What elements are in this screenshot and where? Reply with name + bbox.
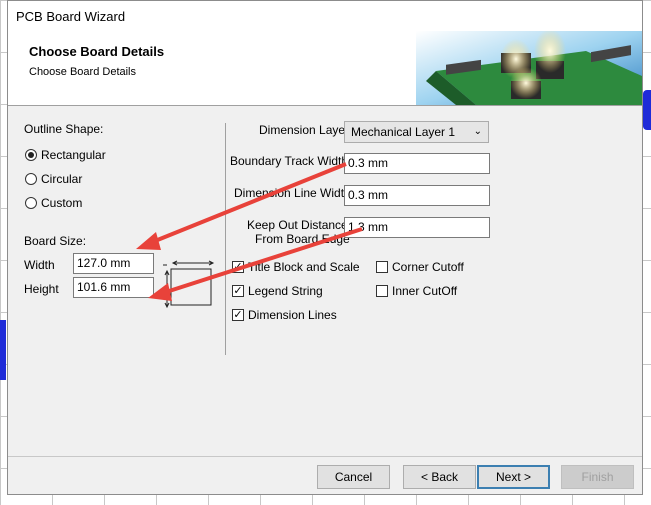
title-bar[interactable]: PCB Board Wizard — [8, 1, 642, 31]
checkbox-label[interactable]: Title Block and Scale — [248, 260, 360, 274]
boundary-track-width-label: Boundary Track Width — [230, 154, 349, 168]
page-subtitle: Choose Board Details — [29, 66, 137, 78]
pcb-board-wizard-dialog: PCB Board Wizard Choose Board Details Ch… — [7, 0, 643, 495]
check-icon[interactable]: ✓ — [232, 261, 244, 273]
radio-button[interactable] — [25, 149, 37, 161]
keep-out-distance-input[interactable]: 1.3 mm — [344, 217, 490, 238]
pcb-chip-illustration — [416, 31, 642, 105]
checkbox-box[interactable] — [376, 261, 388, 273]
check-icon[interactable]: ✓ — [232, 309, 244, 321]
dimension-line-width-input[interactable]: 0.3 mm — [344, 185, 490, 206]
outline-shape-label: Outline Shape: — [24, 122, 104, 136]
checkbox-box[interactable] — [376, 285, 388, 297]
board-size-label: Board Size: — [24, 234, 87, 248]
check-icon[interactable]: ✓ — [232, 285, 244, 297]
keep-out-distance-label-line2: From Board Edge — [255, 232, 350, 246]
keep-out-distance-label: Keep Out Distance — [247, 218, 348, 232]
height-input[interactable]: 101.6 mm — [73, 277, 154, 298]
boundary-track-width-input[interactable]: 0.3 mm — [344, 153, 490, 174]
cancel-button[interactable]: Cancel — [317, 465, 390, 489]
dimension-layer-value: Mechanical Layer 1 — [351, 125, 456, 139]
footer-divider — [8, 456, 642, 457]
radio-label[interactable]: Rectangular — [41, 148, 106, 162]
radio-label[interactable]: Circular — [41, 172, 82, 186]
checkbox-label[interactable]: Dimension Lines — [248, 308, 337, 322]
dimension-layer-select[interactable]: Mechanical Layer 1 ⌄ — [344, 121, 489, 143]
next-button[interactable]: Next > — [477, 465, 550, 489]
finish-button: Finish — [561, 465, 634, 489]
board-dimension-diagram — [163, 260, 215, 309]
back-button[interactable]: < Back — [403, 465, 476, 489]
dimension-line-width-label: Dimension Line Width — [234, 186, 351, 200]
dimension-layer-label: Dimension Layer — [259, 123, 350, 137]
width-input[interactable]: 127.0 mm — [73, 253, 154, 274]
radio-button[interactable] — [25, 173, 37, 185]
group-divider — [225, 123, 226, 355]
checkbox-label[interactable]: Legend String — [248, 284, 323, 298]
height-label: Height — [24, 282, 59, 296]
page-title: Choose Board Details — [29, 44, 165, 59]
chevron-down-icon: ⌄ — [473, 126, 482, 137]
checkbox-label[interactable]: Corner Cutoff — [392, 260, 464, 274]
radio-label[interactable]: Custom — [41, 196, 82, 210]
radio-button[interactable] — [25, 197, 37, 209]
checkbox-label[interactable]: Inner CutOff — [392, 284, 457, 298]
wizard-header: Choose Board Details Choose Board Detail… — [8, 31, 642, 106]
window-title: PCB Board Wizard — [16, 9, 126, 24]
width-label: Width — [24, 258, 55, 272]
background-shape — [643, 90, 651, 130]
background-shape — [0, 320, 6, 380]
